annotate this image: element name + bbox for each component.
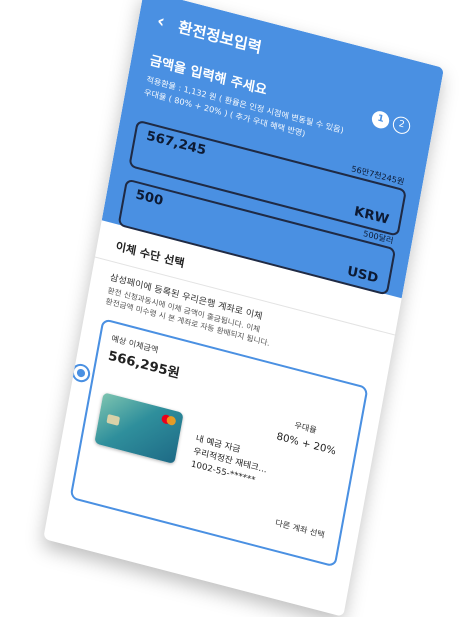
step-1: 1 — [370, 109, 391, 131]
payment-section-title: 이체 수단 선택 — [114, 239, 186, 271]
krw-amount-value: 567,245 — [145, 128, 208, 159]
krw-currency-label: KRW — [352, 204, 391, 228]
card-network-logo-icon — [160, 413, 177, 427]
card-chip-icon — [106, 413, 121, 426]
krw-amount-korean: 56만7천245원 — [350, 164, 405, 187]
preferential-rate-value: 80% + 20% — [275, 431, 337, 458]
account-info: 내 예금 자금 우리적정잔 재테크... 1002-55-****** — [190, 433, 270, 490]
page-title: 환전정보입력 — [176, 17, 263, 58]
step-2: 2 — [391, 114, 412, 136]
usd-amount-value: 500 — [134, 187, 165, 210]
payment-radio-selected[interactable] — [70, 361, 92, 385]
step-indicator: 1 2 — [370, 109, 412, 136]
preferential-rate-label: 우대율 — [293, 420, 318, 436]
nav-bar: ‹ 환전정보입력 — [155, 10, 263, 58]
back-arrow-icon[interactable]: ‹ — [155, 10, 166, 33]
screenshot-stage: ‹ 환전정보입력 금액을 입력해 주세요 1 2 적용환율 : 1,132 원 … — [0, 0, 465, 617]
phone-screen: ‹ 환전정보입력 금액을 입력해 주세요 1 2 적용환율 : 1,132 원 … — [43, 0, 444, 617]
usd-currency-label: USD — [345, 263, 380, 287]
other-account-link[interactable]: 다른 계좌 선택 — [274, 517, 326, 541]
bank-card-image — [94, 392, 184, 465]
